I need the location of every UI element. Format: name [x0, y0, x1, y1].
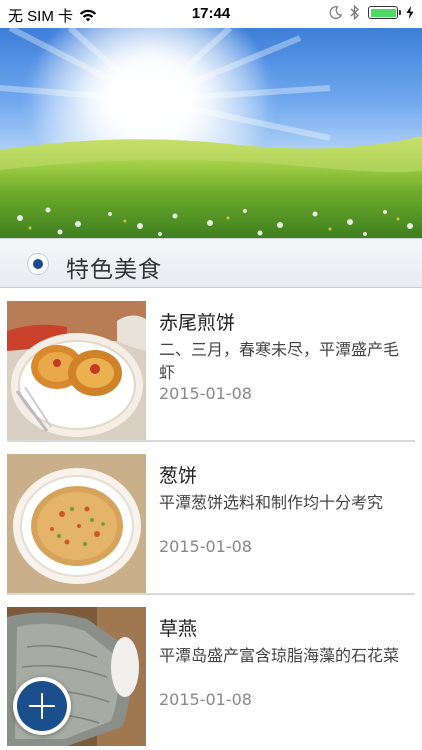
bluetooth-icon: [350, 5, 359, 20]
scallion-pancake-photo: [7, 454, 146, 593]
item-title: 赤尾煎饼: [159, 312, 236, 334]
list-item[interactable]: 葱饼 平潭葱饼选料和制作均十分考究 2015-01-08: [0, 441, 422, 595]
section-title: 特色美食: [66, 257, 162, 283]
item-description: 平潭葱饼选料和制作均十分考究: [159, 493, 384, 512]
item-date: 2015-01-08: [159, 384, 252, 403]
item-title: 草燕: [159, 618, 198, 640]
moon-icon: [329, 6, 342, 19]
list-item[interactable]: 赤尾煎饼 二、三月，春寒未尽，平潭盛产毛虾 2015-01-08: [0, 288, 422, 442]
red-tail-pancake-photo: [7, 301, 146, 440]
section-header: 特色美食: [0, 238, 422, 288]
app-screen: 无 SIM 卡 17:44 特色美食 赤尾煎饼 二、三月，春寒未尽，平潭盛产毛虾…: [0, 0, 422, 750]
item-date: 2015-01-08: [159, 690, 252, 709]
food-list: 赤尾煎饼 二、三月，春寒未尽，平潭盛产毛虾 2015-01-08 葱饼 平潭葱饼…: [0, 288, 422, 747]
meadow-graphic: [0, 136, 422, 238]
battery-tip: [399, 10, 401, 15]
banner-image: [0, 28, 422, 238]
charging-bolt-icon: [406, 6, 414, 19]
item-description: 二、三月，春寒未尽，平潭盛产毛虾: [159, 340, 400, 382]
status-right: [329, 5, 414, 20]
battery-icon: [368, 6, 401, 19]
status-bar: 无 SIM 卡 17:44: [0, 0, 422, 28]
item-description: 平潭岛盛产富含琼脂海藻的石花菜: [159, 646, 400, 665]
item-date: 2015-01-08: [159, 537, 252, 556]
item-title: 葱饼: [159, 465, 198, 487]
battery-level: [370, 8, 396, 17]
add-button-circle: [17, 681, 67, 731]
section-radio-icon: [28, 254, 48, 274]
add-button[interactable]: [13, 677, 71, 735]
